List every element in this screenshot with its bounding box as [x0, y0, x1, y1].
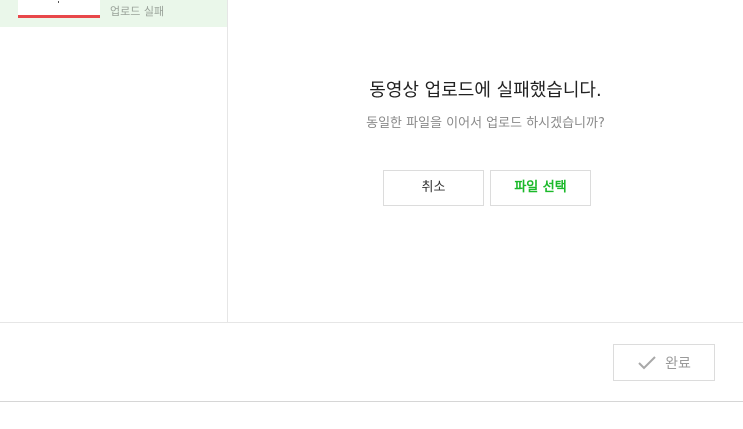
footer-bar: 완료 — [0, 322, 743, 402]
select-file-button[interactable]: 파일 선택 — [490, 170, 591, 206]
done-button[interactable]: 완료 — [613, 344, 715, 381]
thumbnail-mark — [58, 1, 59, 3]
video-list-panel: 업로드 실패 — [0, 0, 228, 322]
done-label: 완료 — [665, 355, 691, 372]
bottom-blank-area — [0, 402, 743, 429]
error-title: 동영상 업로드에 실패했습니다. — [369, 80, 602, 101]
cancel-button[interactable]: 취소 — [383, 170, 484, 206]
item-status-text: 업로드 실패 — [110, 5, 165, 18]
video-list-item[interactable]: 업로드 실패 — [0, 0, 227, 27]
check-icon — [638, 355, 656, 369]
error-subtitle: 동일한 파일을 이어서 업로드 하시겠습니까? — [366, 116, 605, 131]
upload-message-panel: 동영상 업로드에 실패했습니다. 동일한 파일을 이어서 업로드 하시겠습니까?… — [228, 0, 743, 322]
video-thumbnail — [18, 0, 100, 15]
upload-progress-bar-failed — [18, 15, 100, 18]
upload-window: 업로드 실패 동영상 업로드에 실패했습니다. 동일한 파일을 이어서 업로드 … — [0, 0, 743, 429]
